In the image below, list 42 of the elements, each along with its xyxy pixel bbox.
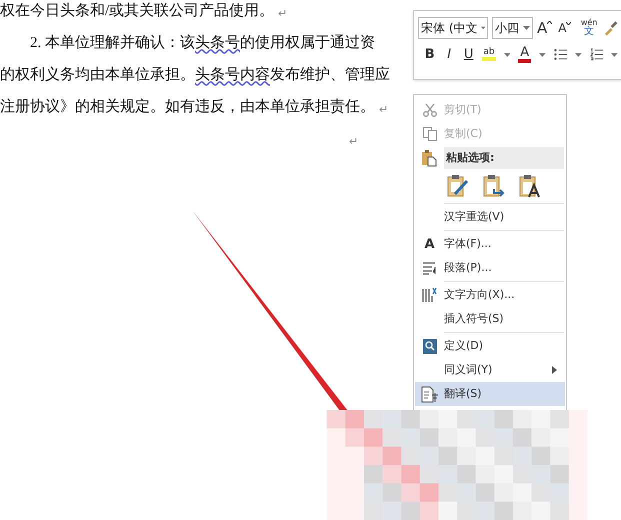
dropdown-caret-icon xyxy=(480,26,485,30)
paste-merge-icon[interactable] xyxy=(482,174,506,198)
dropdown-caret-icon xyxy=(523,26,530,30)
shrink-font-button[interactable]: A xyxy=(558,22,576,34)
translate-icon xyxy=(420,386,438,402)
paste-options-header: 粘贴选项: xyxy=(444,147,564,169)
underline-button[interactable]: U xyxy=(462,45,474,64)
paragraph-icon xyxy=(422,261,438,275)
copy-icon xyxy=(422,126,438,142)
paragraph-mark: ↵ xyxy=(349,134,358,150)
format-painter-icon[interactable] xyxy=(602,20,618,36)
font-color-button[interactable]: A xyxy=(518,46,532,64)
menu-item[interactable]: 翻译(S) xyxy=(415,382,565,406)
dropdown-caret-icon xyxy=(575,52,582,57)
paragraph-mark: ↵ xyxy=(379,102,388,118)
document-text: 的权利义务均由本单位承担。头条号内容发布维护、管理应 xyxy=(0,65,390,84)
submenu-arrow-icon xyxy=(552,366,557,374)
paragraph-mark: ↵ xyxy=(278,6,288,22)
document-text: 2. 本单位理解并确认：该头条号的使用权属于通过资 xyxy=(30,33,375,52)
bold-button[interactable]: B xyxy=(424,45,436,64)
dropdown-caret-icon xyxy=(611,52,618,57)
paste-text-only-icon[interactable] xyxy=(518,174,542,198)
dropdown-caret-icon xyxy=(539,52,546,57)
font-size-dropdown[interactable]: 小四 xyxy=(492,17,533,39)
scissors-icon xyxy=(422,102,438,118)
text-direction-icon xyxy=(420,286,438,304)
down-caret-icon xyxy=(566,22,572,25)
up-caret-icon xyxy=(547,20,552,24)
font-name-dropdown[interactable]: 宋体 (中文 xyxy=(418,17,488,39)
paste-keep-formatting-icon[interactable] xyxy=(446,174,470,198)
document-text: 注册协议》的相关规定。如有违反，由本单位承担责任。 xyxy=(0,97,375,116)
bullet-list-icon[interactable] xyxy=(554,48,568,62)
document-text: 权在今日头条和/或其关联公司产品使用。 xyxy=(0,2,274,20)
dropdown-caret-icon xyxy=(504,52,510,57)
italic-button[interactable]: I xyxy=(443,45,455,64)
phonetic-guide-button[interactable]: wén 文 xyxy=(580,19,599,37)
highlight-button[interactable]: ab xyxy=(482,48,496,62)
numbered-list-icon[interactable] xyxy=(590,48,604,62)
book-search-icon xyxy=(422,338,438,354)
font-icon: A xyxy=(424,238,435,250)
clipboard-icon xyxy=(421,149,437,167)
grow-font-button[interactable]: A xyxy=(537,20,554,36)
